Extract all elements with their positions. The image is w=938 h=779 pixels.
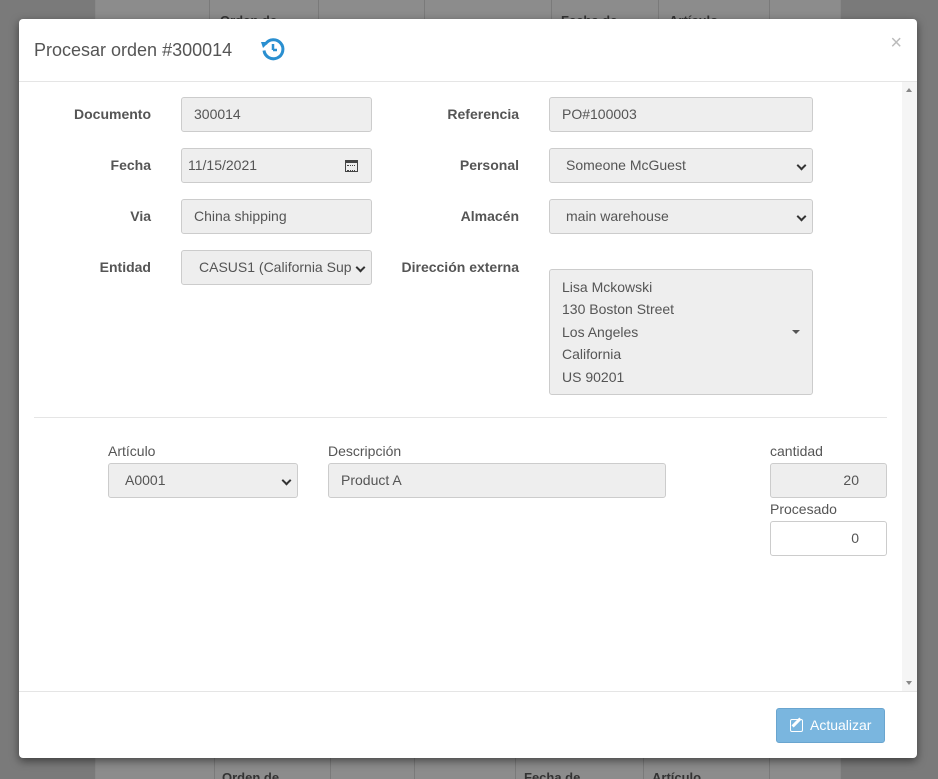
bg-col: [214, 756, 215, 779]
referencia-field[interactable]: PO#100003: [549, 97, 813, 132]
address-line: Lisa Mckowski: [562, 279, 653, 295]
descripcion-field[interactable]: Product A: [328, 463, 666, 498]
articulo-select[interactable]: A0001: [108, 463, 298, 498]
bg-col: [769, 756, 770, 779]
entidad-label: Entidad: [99, 259, 151, 275]
bg-col: [643, 756, 644, 779]
bg-col: [318, 0, 319, 19]
background-table-top: Orden de Fecha de Artículo: [95, 0, 841, 28]
bg-col: [769, 0, 770, 19]
address-line: US 90201: [562, 368, 625, 385]
entidad-select[interactable]: CASUS1 (California Sup: [181, 250, 372, 285]
update-button[interactable]: Actualizar: [776, 708, 885, 743]
history-icon[interactable]: [259, 35, 287, 63]
almacen-select[interactable]: main warehouse: [549, 199, 813, 234]
close-button[interactable]: ×: [890, 33, 902, 53]
direccion-externa-select[interactable]: Lisa Mckowski 130 Boston Street Los Ange…: [549, 269, 813, 395]
edit-icon: [790, 719, 803, 732]
calendar-button[interactable]: [332, 148, 372, 183]
modal-title: Procesar orden #300014: [34, 40, 233, 60]
bg-col: [658, 0, 659, 19]
via-label: Via: [130, 208, 151, 224]
background-table-bottom: Orden de Fecha de Artículo: [95, 755, 841, 779]
fecha-label: Fecha: [110, 157, 151, 173]
fecha-field[interactable]: 11/15/2021: [181, 148, 333, 183]
modal-header: Procesar orden #300014 ×: [19, 19, 917, 82]
procesado-label: Procesado: [770, 501, 837, 517]
address-line: California: [562, 346, 622, 363]
bg-col: [515, 756, 516, 779]
update-button-label: Actualizar: [810, 717, 872, 733]
almacen-label: Almacén: [460, 208, 519, 224]
personal-label: Personal: [459, 157, 519, 173]
chevron-down-icon: [281, 475, 292, 486]
address-line: Los Angeles: [562, 323, 639, 340]
procesado-input[interactable]: 0: [770, 521, 887, 556]
personal-value: Someone McGuest: [566, 157, 686, 173]
cantidad-field[interactable]: 20: [770, 463, 887, 498]
articulo-label: Artículo: [108, 443, 156, 459]
modal-footer: Actualizar: [19, 691, 917, 758]
personal-select[interactable]: Someone McGuest: [549, 148, 813, 183]
scroll-up-arrow-icon[interactable]: [906, 88, 912, 92]
bg-header: Artículo: [652, 770, 702, 779]
bg-col: [424, 0, 425, 19]
chevron-down-icon: [796, 211, 807, 222]
address-line: 130 Boston Street: [562, 301, 675, 318]
bg-col: [209, 0, 210, 19]
almacen-value: main warehouse: [566, 208, 669, 224]
bg-header: Orden de: [222, 770, 280, 779]
documento-field[interactable]: 300014: [181, 97, 372, 132]
via-field[interactable]: China shipping: [181, 199, 372, 234]
calendar-icon: [345, 160, 358, 172]
bg-col: [551, 0, 552, 19]
cantidad-label: cantidad: [770, 443, 823, 459]
direccion-label: Dirección externa: [401, 259, 520, 275]
entidad-value: CASUS1 (California Sup: [199, 259, 352, 275]
modal-body: Documento 300014 Fecha 11/15/2021 Via Ch…: [19, 82, 917, 691]
bg-col: [330, 756, 331, 779]
referencia-label: Referencia: [447, 106, 519, 122]
bg-header: Fecha de: [524, 770, 581, 779]
descripcion-label: Descripción: [328, 443, 402, 459]
articulo-value: A0001: [125, 472, 166, 488]
bg-col: [414, 756, 415, 779]
chevron-down-icon: [796, 160, 807, 171]
documento-label: Documento: [74, 106, 151, 122]
scroll-down-arrow-icon[interactable]: [906, 681, 912, 685]
divider: [34, 417, 887, 418]
caret-down-icon: [792, 330, 800, 334]
process-order-modal: Procesar orden #300014 × Documento 30001…: [19, 19, 917, 758]
chevron-down-icon: [355, 262, 366, 273]
scrollbar[interactable]: [902, 82, 917, 691]
